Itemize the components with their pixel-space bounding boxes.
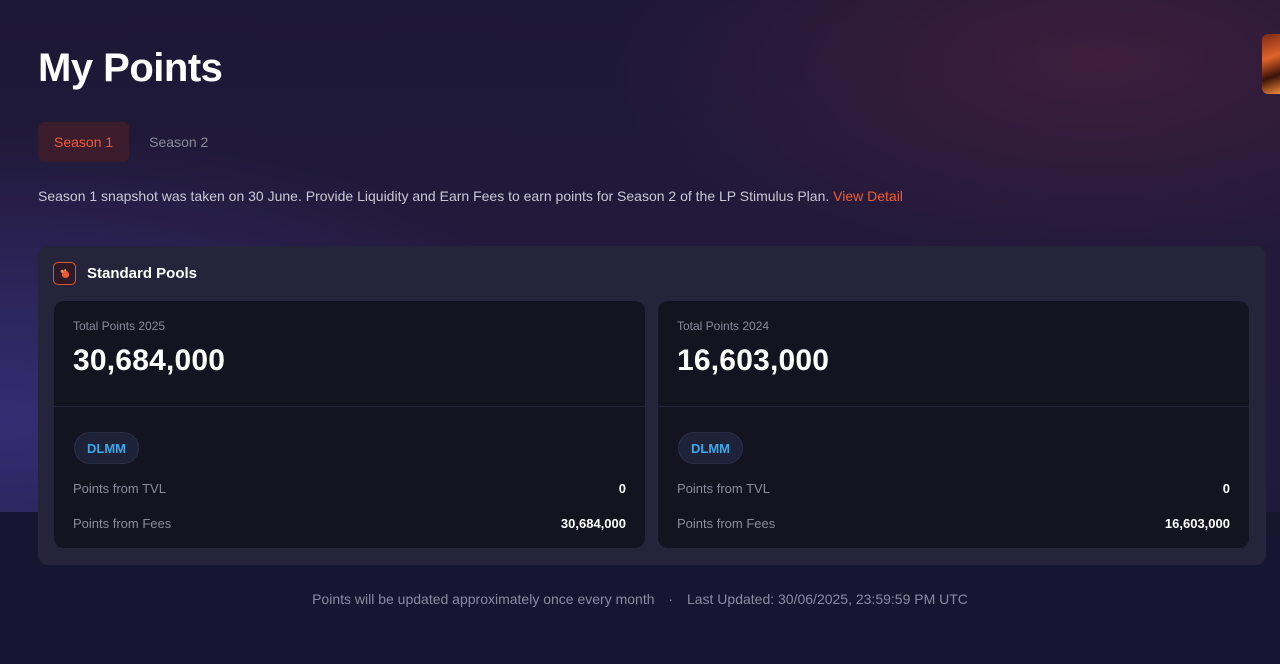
tab-season-1[interactable]: Season 1 (38, 122, 130, 162)
notice-text: Season 1 snapshot was taken on 30 June. … (38, 188, 830, 204)
avatar[interactable] (1262, 34, 1280, 94)
points-card-summary: Total Points 2024 16,603,000 (658, 301, 1249, 407)
fees-row: Points from Fees 16,603,000 (677, 516, 1230, 531)
points-card-2025: Total Points 2025 30,684,000 DLMM Points… (54, 301, 645, 548)
total-points-value: 16,603,000 (677, 344, 830, 377)
dlmm-badge: DLMM (74, 432, 139, 464)
tvl-value: 0 (618, 481, 626, 496)
footer-separator: · (668, 591, 674, 607)
fees-value: 30,684,000 (560, 516, 626, 531)
flame-icon (53, 262, 76, 285)
last-updated-text: Last Updated: 30/06/2025, 23:59:59 PM UT… (686, 591, 968, 607)
page-title: My Points (38, 46, 223, 90)
tvl-row: Points from TVL 0 (677, 481, 1230, 496)
total-points-label: Total Points 2024 (677, 319, 770, 333)
standard-pools-panel: Standard Pools Total Points 2025 30,684,… (38, 246, 1266, 565)
fees-row: Points from Fees 30,684,000 (73, 516, 626, 531)
pools-header: Standard Pools (53, 262, 197, 285)
points-card-summary: Total Points 2025 30,684,000 (54, 301, 645, 407)
tvl-label: Points from TVL (73, 481, 166, 496)
pools-title: Standard Pools (87, 265, 198, 282)
dlmm-badge: DLMM (678, 432, 743, 464)
fees-label: Points from Fees (677, 516, 776, 531)
fees-value: 16,603,000 (1164, 516, 1230, 531)
total-points-value: 30,684,000 (73, 344, 226, 377)
tab-season-2[interactable]: Season 2 (133, 122, 224, 162)
tvl-label: Points from TVL (677, 481, 770, 496)
view-detail-link[interactable]: View Detail (833, 188, 903, 204)
points-card-2024: Total Points 2024 16,603,000 DLMM Points… (658, 301, 1249, 548)
update-frequency-text: Points will be updated approximately onc… (312, 591, 655, 607)
tvl-row: Points from TVL 0 (73, 481, 626, 496)
fees-label: Points from Fees (73, 516, 172, 531)
total-points-label: Total Points 2025 (73, 319, 166, 333)
tvl-value: 0 (1222, 481, 1230, 496)
season-tabs: Season 1 Season 2 (38, 122, 224, 162)
footer-note: Points will be updated approximately onc… (0, 591, 1280, 607)
season-notice: Season 1 snapshot was taken on 30 June. … (38, 188, 903, 204)
